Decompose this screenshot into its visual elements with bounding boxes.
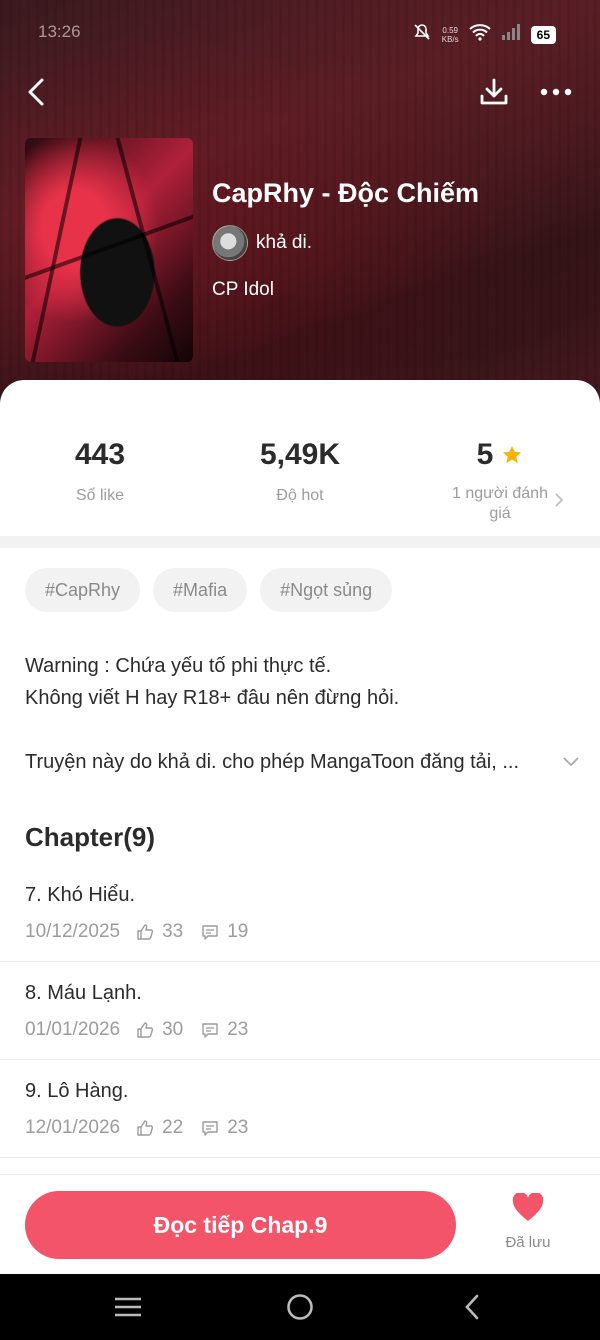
tag-chip[interactable]: #Mafia [153, 568, 248, 612]
chapter-item[interactable]: 7. Khó Hiểu. 10/12/2025 33 19 [0, 864, 600, 962]
book-category[interactable]: CP Idol [212, 279, 479, 301]
chevron-left-icon [465, 1294, 479, 1320]
circle-home-icon [287, 1294, 313, 1320]
thumbs-up-icon [136, 1119, 154, 1137]
chapter-date: 12/01/2026 [25, 1117, 121, 1138]
chapter-date: 10/12/2025 [25, 921, 121, 942]
book-title: CapRhy - Độc Chiếm [212, 178, 480, 208]
chevron-left-icon [28, 78, 44, 106]
chapter-item[interactable]: 9. Lô Hàng. 12/01/2026 22 23 [0, 1060, 600, 1158]
battery-indicator: 65 [530, 25, 556, 44]
system-nav-bar [0, 1274, 600, 1340]
net-speed-value: 0.59 [442, 25, 458, 35]
description-expand-row[interactable]: Truyện này do khả di. cho phép MangaToon… [25, 746, 580, 778]
hot-label: Độ hot [276, 487, 324, 504]
likes-value: 443 [74, 438, 126, 471]
bottom-action-bar: Đọc tiếp Chap.9 Đã lưu [0, 1174, 600, 1274]
system-back-button[interactable] [452, 1292, 492, 1322]
author-name[interactable]: khả di. [256, 232, 312, 254]
net-speed-unit: KB/s [441, 34, 459, 44]
chapter-title: 9. Lô Hàng. [25, 1080, 129, 1102]
cover-chain-decoration [111, 138, 183, 362]
tag-chip[interactable]: #Ngọt sủng [260, 568, 393, 612]
book-info: CapRhy - Độc Chiếm khả di. CP Idol [212, 178, 479, 301]
chapter-likes: 22 [162, 1117, 184, 1138]
cover-chain-decoration [28, 138, 86, 362]
stat-hot: 5,49K Độ hot [200, 380, 400, 536]
description-line: Không viết H hay R18+ đâu nên đừng hỏi. [25, 687, 400, 709]
chapter-comments: 23 [227, 1117, 249, 1138]
chapter-item[interactable]: 8. Máu Lạnh. 01/01/2026 30 23 [0, 962, 600, 1060]
description: Warning : Chứa yếu tố phi thực tế. Không… [25, 650, 580, 778]
rating-label: 1 người đánh giá [452, 485, 548, 522]
author-row[interactable]: khả di. [212, 225, 479, 261]
chapters-header[interactable]: Chapter(9) [25, 822, 155, 853]
chapter-comments: 23 [227, 1019, 249, 1040]
back-button[interactable] [16, 72, 56, 112]
home-button[interactable] [280, 1292, 320, 1322]
signal-icon [501, 24, 521, 45]
wifi-icon [468, 23, 491, 46]
chapter-meta: 12/01/2026 22 23 [25, 1117, 575, 1139]
saved-label: Đã lưu [505, 1234, 551, 1251]
continue-reading-button[interactable]: Đọc tiếp Chap.9 [25, 1191, 456, 1259]
hero-banner: 13:26 0.59 KB/s 65 CapRhy - Độc Chiếm kh… [0, 0, 600, 420]
chapter-likes: 30 [162, 1019, 184, 1040]
chevron-down-icon[interactable] [562, 756, 580, 768]
rating-value-row: 5 [400, 438, 600, 472]
chapter-comments: 19 [227, 921, 249, 942]
mute-icon [412, 22, 432, 47]
chapter-likes: 33 [162, 921, 184, 942]
chevron-right-icon[interactable] [554, 492, 564, 513]
hot-value: 5,49K [259, 438, 341, 471]
likes-label: Số like [75, 487, 125, 504]
network-speed: 0.59 KB/s [442, 26, 459, 44]
description-line: Warning : Chứa yếu tố phi thực tế. [25, 655, 332, 677]
description-line: Truyện này do khả di. cho phép MangaToon… [25, 751, 520, 773]
menu-lines-icon [115, 1297, 141, 1317]
status-bar: 13:26 0.59 KB/s 65 [0, 0, 600, 66]
recent-apps-button[interactable] [108, 1292, 148, 1322]
more-dots-icon [540, 88, 572, 96]
status-time: 13:26 [38, 22, 81, 41]
chapter-list: 7. Khó Hiểu. 10/12/2025 33 19 8. Máu Lạn… [0, 864, 600, 1158]
more-options-button[interactable] [536, 72, 576, 112]
heart-icon [512, 1192, 544, 1221]
stat-rating[interactable]: 5 1 người đánh giá [400, 380, 600, 536]
chapter-title: 8. Máu Lạnh. [25, 982, 142, 1004]
comment-icon [201, 1021, 219, 1039]
stat-likes: 443 Số like [0, 380, 200, 536]
thumbs-up-icon [136, 923, 154, 941]
download-icon [480, 78, 508, 105]
download-button[interactable] [474, 72, 514, 112]
details-sheet: 443 Số like 5,49K Độ hot 5 1 người đánh … [0, 380, 600, 1274]
chapter-meta: 10/12/2025 33 19 [25, 921, 575, 943]
tag-chip[interactable]: #CapRhy [25, 568, 141, 612]
chapter-title: 7. Khó Hiểu. [25, 884, 136, 906]
stats-row: 443 Số like 5,49K Độ hot 5 1 người đánh … [0, 380, 600, 536]
chapter-date: 01/01/2026 [25, 1019, 121, 1040]
comment-icon [201, 923, 219, 941]
book-cover[interactable] [25, 138, 193, 362]
rating-value: 5 [476, 438, 494, 471]
author-avatar[interactable] [212, 225, 248, 261]
tag-list: #CapRhy #Mafia #Ngọt sủng [25, 568, 393, 612]
comment-icon [201, 1119, 219, 1137]
thumbs-up-icon [136, 1021, 154, 1039]
section-divider [0, 536, 600, 548]
chapter-meta: 01/01/2026 30 23 [25, 1019, 575, 1041]
star-icon [503, 445, 522, 464]
saved-button[interactable]: Đã lưu [496, 1192, 560, 1251]
